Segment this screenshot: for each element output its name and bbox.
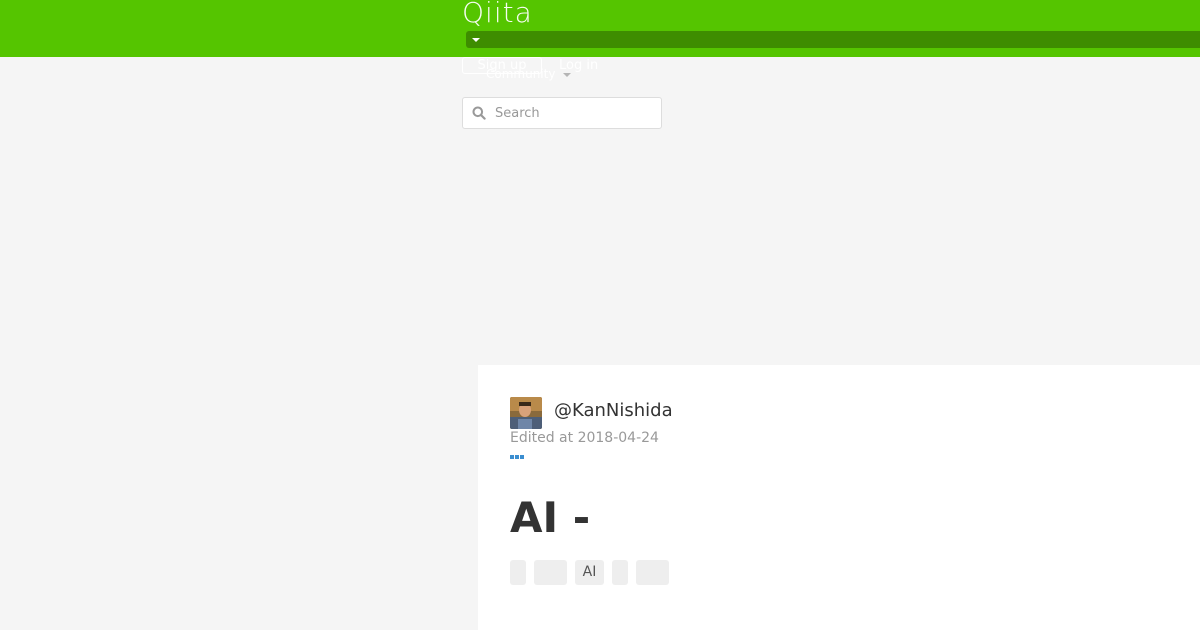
- search-box[interactable]: [462, 97, 662, 129]
- more-icon[interactable]: [510, 454, 526, 460]
- tag[interactable]: [636, 560, 669, 585]
- tag[interactable]: [612, 560, 628, 585]
- community-bar[interactable]: [466, 31, 1200, 48]
- tag[interactable]: [510, 560, 526, 585]
- community-menu[interactable]: Community: [486, 67, 555, 81]
- author-username[interactable]: @KanNishida: [554, 400, 673, 422]
- article-card: @KanNishida Edited at 2018-04-24 AI - AI: [478, 365, 1200, 630]
- avatar[interactable]: [510, 397, 542, 429]
- log-in-link[interactable]: Log in: [559, 58, 598, 73]
- qiita-logo[interactable]: Qiita: [462, 0, 533, 29]
- tag[interactable]: [534, 560, 567, 585]
- chevron-down-icon[interactable]: [563, 73, 571, 77]
- caret-down-icon: [472, 38, 480, 42]
- search-input[interactable]: [495, 98, 655, 128]
- site-header: Qiita: [0, 0, 1200, 57]
- edited-timestamp: Edited at 2018-04-24: [510, 430, 659, 446]
- tag[interactable]: AI: [575, 560, 604, 585]
- search-icon: [472, 106, 486, 120]
- avatar-image: [510, 397, 542, 429]
- article-title: AI -: [510, 493, 591, 542]
